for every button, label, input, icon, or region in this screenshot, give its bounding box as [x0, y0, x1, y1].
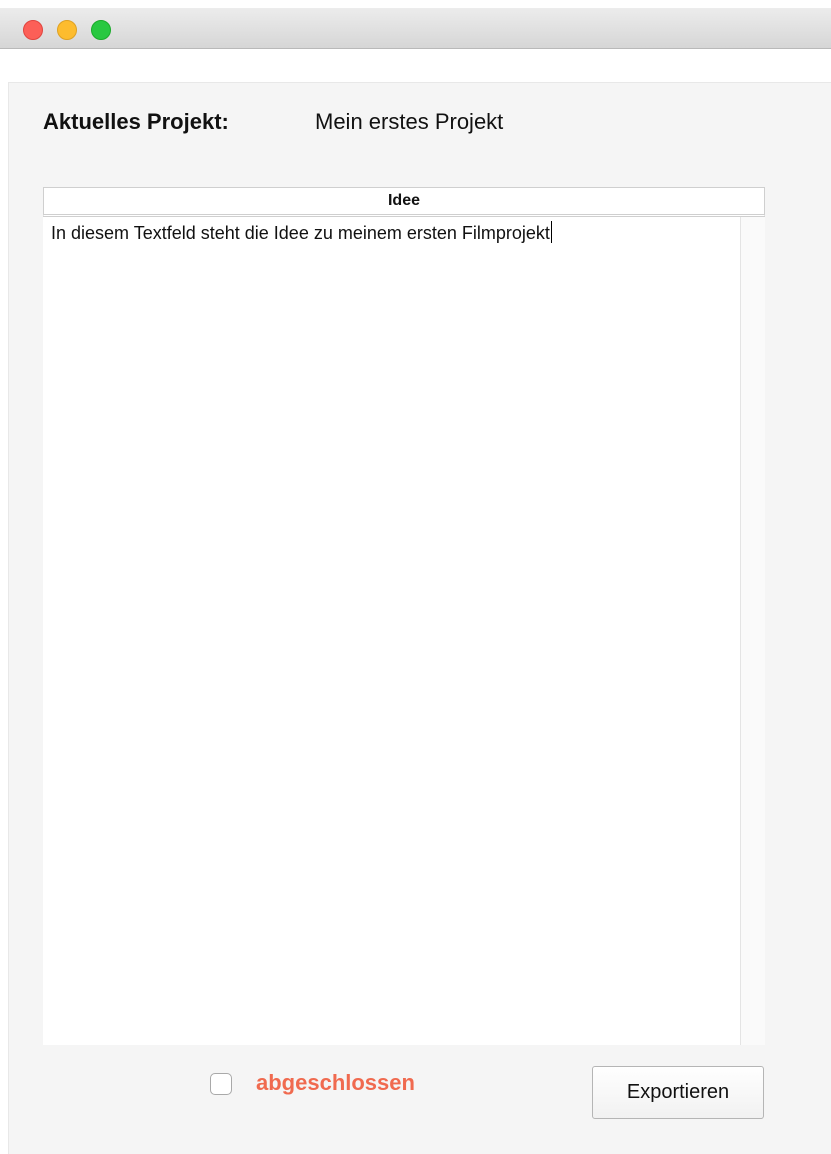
idea-text: In diesem Textfeld steht die Idee zu mei… [51, 223, 550, 243]
maximize-window-icon[interactable] [91, 20, 111, 40]
main-panel: Aktuelles Projekt: Mein erstes Projekt I… [8, 82, 831, 1154]
export-button[interactable]: Exportieren [592, 1066, 764, 1119]
abgeschlossen-label[interactable]: abgeschlossen [256, 1070, 415, 1096]
abgeschlossen-checkbox[interactable] [210, 1073, 232, 1095]
minimize-window-icon[interactable] [57, 20, 77, 40]
idea-text-content[interactable]: In diesem Textfeld steht die Idee zu mei… [51, 221, 552, 244]
vertical-scrollbar[interactable] [740, 217, 765, 1045]
text-caret [550, 221, 552, 243]
table-column-header-idee[interactable]: Idee [43, 187, 765, 217]
current-project-name: Mein erstes Projekt [315, 109, 504, 134]
title-bar[interactable] [0, 0, 831, 49]
close-window-icon[interactable] [23, 20, 43, 40]
current-project-label: Aktuelles Projekt: [43, 109, 229, 134]
idea-text-area[interactable]: In diesem Textfeld steht die Idee zu mei… [43, 217, 765, 1045]
app-window: Aktuelles Projekt: Mein erstes Projekt I… [0, 0, 831, 1154]
